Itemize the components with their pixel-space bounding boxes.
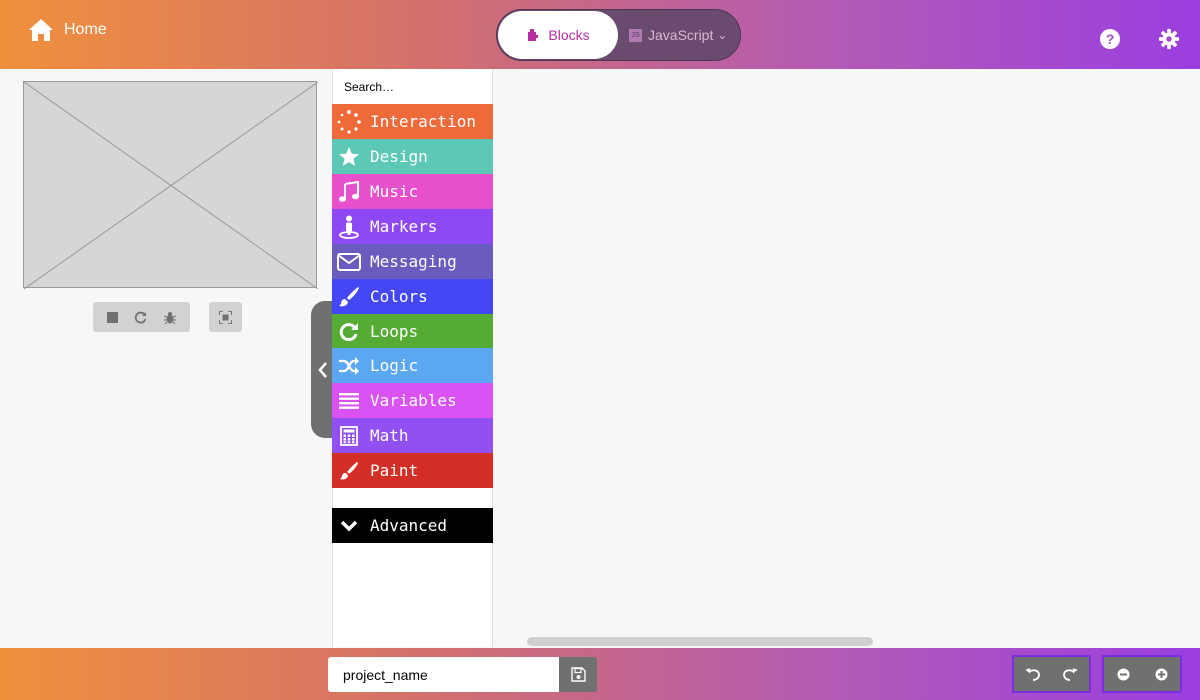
help-icon[interactable]: ? xyxy=(1099,28,1121,50)
category-label: Interaction xyxy=(370,112,476,131)
svg-text:?: ? xyxy=(1106,31,1115,47)
category-label: Loops xyxy=(370,322,419,341)
category-label: Markers xyxy=(370,217,438,236)
zoom-group xyxy=(1102,655,1182,693)
editor-toggle: Blocks JS JavaScript ⌄ xyxy=(496,9,741,61)
restart-button[interactable] xyxy=(134,311,147,324)
category-interaction[interactable]: Interaction xyxy=(332,104,493,139)
category-design[interactable]: Design xyxy=(332,139,493,174)
save-icon xyxy=(570,667,586,682)
category-messaging[interactable]: Messaging xyxy=(332,244,493,279)
redo-button[interactable] xyxy=(1055,659,1085,689)
home-icon xyxy=(29,19,53,41)
category-label: Math xyxy=(370,426,409,445)
blocks-tab[interactable]: Blocks xyxy=(498,11,618,59)
marker-person-icon xyxy=(337,215,361,239)
redo-icon xyxy=(1063,668,1078,681)
puzzle-piece-icon xyxy=(528,29,539,41)
zoom-in-button[interactable] xyxy=(1146,659,1176,689)
star-icon xyxy=(337,145,361,169)
javascript-tab[interactable]: JS JavaScript ⌄ xyxy=(629,11,727,59)
music-note-icon xyxy=(337,180,361,204)
category-logic[interactable]: Logic xyxy=(332,348,493,383)
gear-icon[interactable] xyxy=(1158,28,1180,50)
blocks-label: Blocks xyxy=(548,27,590,43)
home-label: Home xyxy=(64,21,107,38)
category-music[interactable]: Music xyxy=(332,174,493,209)
chevron-left-icon xyxy=(318,361,327,378)
category-label: Variables xyxy=(370,391,457,410)
undo-redo-group xyxy=(1012,655,1091,693)
category-label: Messaging xyxy=(370,252,457,271)
search-input[interactable] xyxy=(333,70,452,104)
category-loops[interactable]: Loops xyxy=(332,314,493,349)
category-variables[interactable]: Variables xyxy=(332,383,493,418)
shuffle-icon xyxy=(337,354,361,378)
envelope-icon xyxy=(337,250,361,274)
simulator-placeholder xyxy=(23,81,318,289)
save-button[interactable] xyxy=(559,657,597,692)
calculator-icon xyxy=(337,424,361,448)
category-label: Colors xyxy=(370,287,428,306)
list-lines-icon xyxy=(337,389,361,413)
interaction-dots-icon xyxy=(337,109,361,134)
debug-button[interactable] xyxy=(163,311,176,324)
paintbrush-icon xyxy=(337,459,361,483)
project-name-input[interactable] xyxy=(328,657,560,692)
chevron-down-icon xyxy=(337,514,361,538)
undo-icon xyxy=(1025,668,1040,681)
zoom-out-icon xyxy=(1117,668,1129,680)
category-advanced[interactable]: Advanced xyxy=(332,508,493,543)
category-paint[interactable]: Paint xyxy=(332,453,493,488)
category-label: Paint xyxy=(370,461,419,480)
simulator-controls xyxy=(93,302,190,332)
refresh-icon xyxy=(135,311,147,323)
workspace-horizontal-scrollbar[interactable] xyxy=(527,637,873,646)
stop-button[interactable] xyxy=(107,311,119,323)
fullscreen-button[interactable] xyxy=(209,302,242,332)
stop-icon xyxy=(107,311,119,323)
category-label: Music xyxy=(370,182,419,201)
zoom-in-icon xyxy=(1155,668,1167,680)
zoom-out-button[interactable] xyxy=(1108,659,1138,689)
category-math[interactable]: Math xyxy=(332,418,493,453)
image-placeholder-icon xyxy=(24,82,318,289)
category-label: Logic xyxy=(370,356,419,375)
refresh-icon xyxy=(337,320,361,344)
category-label: Advanced xyxy=(370,516,448,535)
javascript-icon: JS xyxy=(629,28,642,42)
paintbrush-icon xyxy=(337,285,361,309)
javascript-label: JavaScript xyxy=(648,27,714,43)
fullscreen-icon xyxy=(219,310,232,324)
home-button[interactable]: Home xyxy=(28,18,107,42)
category-markers[interactable]: Markers xyxy=(332,209,493,244)
bug-icon xyxy=(163,311,176,324)
chevron-down-icon[interactable]: ⌄ xyxy=(717,28,727,42)
category-colors[interactable]: Colors xyxy=(332,279,493,314)
category-label: Design xyxy=(370,147,428,166)
undo-button[interactable] xyxy=(1018,659,1048,689)
